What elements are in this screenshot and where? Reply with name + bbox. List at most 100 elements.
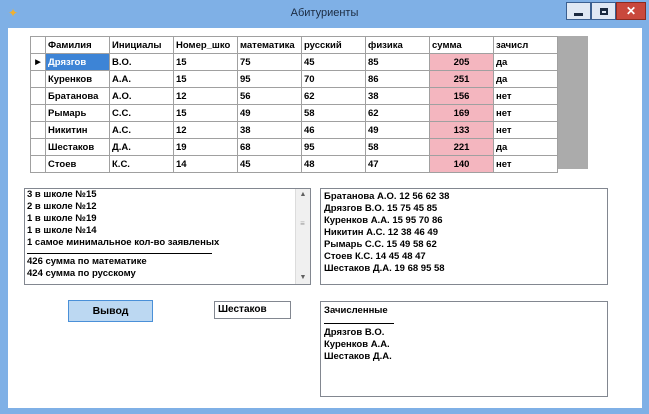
table-cell[interactable]: нет [493, 155, 558, 173]
table-cell[interactable]: 38 [365, 87, 430, 105]
close-icon: ✕ [625, 4, 637, 18]
table-cell[interactable]: 38 [237, 121, 302, 139]
table-cell[interactable]: Никитин [45, 121, 110, 139]
table-cell[interactable]: да [493, 70, 558, 88]
app-window: ✦ Абитуриенты ✕ Фамилия Инициалы Номер_ш… [0, 0, 649, 414]
table-cell[interactable]: 56 [237, 87, 302, 105]
table-cell[interactable]: 45 [301, 53, 366, 71]
list-item: 3 в школе №15 [27, 189, 97, 200]
sorted-applicants-textbox[interactable]: Братанова А.О. 12 56 62 38 Дрязгов В.О. … [320, 188, 608, 285]
table-cell[interactable]: 12 [173, 121, 238, 139]
column-header[interactable]: сумма [429, 36, 494, 54]
table-cell[interactable]: 19 [173, 138, 238, 156]
table-cell[interactable]: нет [493, 87, 558, 105]
maximize-button[interactable] [591, 2, 616, 20]
table-cell[interactable]: А.С. [109, 121, 174, 139]
table-row[interactable]: Братанова А.О. 12 56 62 38 156 нет [30, 87, 558, 105]
column-header[interactable]: Фамилия [45, 36, 110, 54]
table-cell[interactable]: 70 [301, 70, 366, 88]
title-bar[interactable]: ✦ Абитуриенты ✕ [0, 0, 649, 28]
table-cell[interactable]: 58 [365, 138, 430, 156]
list-item: Дрязгов В.О. [324, 327, 385, 338]
statistics-textbox[interactable]: 3 в школе №15 2 в школе №12 1 в школе №1… [24, 188, 311, 285]
table-cell[interactable]: 58 [301, 104, 366, 122]
table-cell[interactable]: Дрязгов [45, 53, 110, 71]
scroll-thumb-icon[interactable]: ≡ [298, 217, 307, 231]
applicants-data-grid[interactable]: Фамилия Инициалы Номер_шко математика ру… [30, 36, 588, 173]
sum-cell[interactable]: 251 [429, 70, 494, 88]
table-row[interactable]: ▶ Дрязгов В.О. 15 75 45 85 205 да [30, 53, 558, 71]
table-cell[interactable]: 49 [365, 121, 430, 139]
table-row[interactable]: Стоев К.С. 14 45 48 47 140 нет [30, 155, 558, 173]
table-cell[interactable]: К.С. [109, 155, 174, 173]
column-header[interactable]: Инициалы [109, 36, 174, 54]
sum-cell[interactable]: 140 [429, 155, 494, 173]
table-cell[interactable]: Д.А. [109, 138, 174, 156]
table-cell[interactable]: В.О. [109, 53, 174, 71]
table-cell[interactable]: 48 [301, 155, 366, 173]
table-row[interactable]: Куренков А.А. 15 95 70 86 251 да [30, 70, 558, 88]
table-cell[interactable]: 49 [237, 104, 302, 122]
column-header[interactable]: зачисл [493, 36, 558, 54]
table-row[interactable]: Никитин А.С. 12 38 46 49 133 нет [30, 121, 558, 139]
table-cell[interactable]: 15 [173, 53, 238, 71]
sum-cell[interactable]: 205 [429, 53, 494, 71]
row-header[interactable] [30, 104, 46, 122]
vertical-scrollbar[interactable]: ▲ ≡ ▼ [295, 189, 310, 284]
current-row-indicator-icon[interactable]: ▶ [30, 53, 46, 71]
sum-cell[interactable]: 221 [429, 138, 494, 156]
table-cell[interactable]: 45 [237, 155, 302, 173]
table-cell[interactable]: 95 [237, 70, 302, 88]
table-cell[interactable]: Рымарь [45, 104, 110, 122]
minimize-button[interactable] [566, 2, 591, 20]
row-header[interactable] [30, 70, 46, 88]
column-header[interactable]: математика [237, 36, 302, 54]
table-cell[interactable]: 62 [301, 87, 366, 105]
table-row[interactable]: Рымарь С.С. 15 49 58 62 169 нет [30, 104, 558, 122]
enrolled-textbox[interactable]: Зачисленные Дрязгов В.О. Куренков А.А. Ш… [320, 301, 608, 397]
row-header[interactable] [30, 138, 46, 156]
table-cell[interactable]: да [493, 138, 558, 156]
table-cell[interactable]: 68 [237, 138, 302, 156]
table-cell[interactable]: А.А. [109, 70, 174, 88]
row-header[interactable] [30, 155, 46, 173]
table-cell[interactable]: 46 [301, 121, 366, 139]
table-cell[interactable]: 95 [301, 138, 366, 156]
scroll-up-arrow-icon[interactable]: ▲ [296, 189, 310, 201]
table-cell[interactable]: 62 [365, 104, 430, 122]
table-cell[interactable]: 14 [173, 155, 238, 173]
sum-cell[interactable]: 133 [429, 121, 494, 139]
table-cell[interactable]: Стоев [45, 155, 110, 173]
row-header-corner [30, 36, 46, 54]
sum-cell[interactable]: 169 [429, 104, 494, 122]
surname-input[interactable]: Шестаков [214, 301, 291, 319]
table-cell[interactable]: С.С. [109, 104, 174, 122]
table-cell[interactable]: 12 [173, 87, 238, 105]
row-header[interactable] [30, 121, 46, 139]
table-cell[interactable]: 75 [237, 53, 302, 71]
column-header[interactable]: Номер_шко [173, 36, 238, 54]
table-cell[interactable]: нет [493, 121, 558, 139]
row-header[interactable] [30, 87, 46, 105]
table-cell[interactable]: 15 [173, 70, 238, 88]
table-cell[interactable]: нет [493, 104, 558, 122]
output-button[interactable]: Вывод [68, 300, 153, 322]
table-cell[interactable]: 47 [365, 155, 430, 173]
table-cell[interactable]: Братанова [45, 87, 110, 105]
column-header[interactable]: физика [365, 36, 430, 54]
close-button[interactable]: ✕ [616, 2, 646, 20]
table-row[interactable]: Шестаков Д.А. 19 68 95 58 221 да [30, 138, 558, 156]
list-item: 424 сумма по русскому [27, 268, 136, 279]
table-cell[interactable]: Шестаков [45, 138, 110, 156]
table-cell[interactable]: 86 [365, 70, 430, 88]
column-header[interactable]: русский [301, 36, 366, 54]
table-cell[interactable]: Куренков [45, 70, 110, 88]
sum-cell[interactable]: 156 [429, 87, 494, 105]
table-cell[interactable]: 15 [173, 104, 238, 122]
list-item: 2 в школе №12 [27, 201, 97, 212]
table-cell[interactable]: А.О. [109, 87, 174, 105]
table-cell[interactable]: 85 [365, 53, 430, 71]
table-cell[interactable]: да [493, 53, 558, 71]
scroll-down-arrow-icon[interactable]: ▼ [296, 272, 310, 284]
separator-line [324, 323, 394, 324]
